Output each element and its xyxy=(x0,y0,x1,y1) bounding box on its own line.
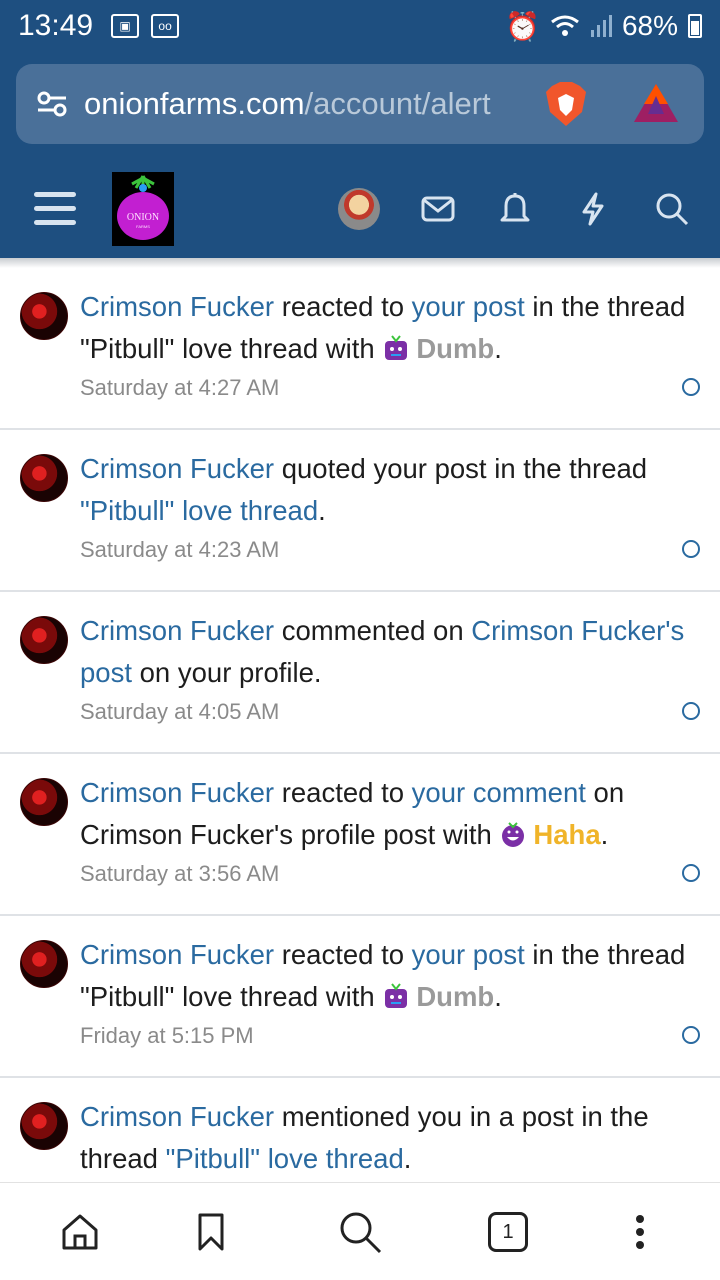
site-header: ONION FARMS xyxy=(0,158,720,258)
alert-item[interactable]: Crimson Fucker quoted your post in the t… xyxy=(0,430,720,592)
alert-time[interactable]: Saturday at 4:05 AM xyxy=(80,696,705,728)
post-link[interactable]: your post xyxy=(412,939,525,970)
reaction-label: Dumb xyxy=(416,981,495,1012)
mark-read-toggle[interactable] xyxy=(682,702,700,720)
url-path: /account/alert xyxy=(304,86,491,121)
browser-toolbar: onionfarms.com/account/alert xyxy=(0,52,720,158)
site-logo[interactable]: ONION FARMS xyxy=(112,172,174,246)
svg-text:FARMS: FARMS xyxy=(136,224,150,229)
alert-item[interactable]: Crimson Fucker commented on Crimson Fuck… xyxy=(0,592,720,754)
tab-count: 1 xyxy=(488,1212,528,1252)
alert-text: Crimson Fucker commented on Crimson Fuck… xyxy=(80,610,705,728)
username-link[interactable]: Crimson Fucker xyxy=(80,777,274,808)
dumb-reaction-icon xyxy=(385,983,408,1008)
alert-item[interactable]: Crimson Fucker reacted to your comment o… xyxy=(0,754,720,916)
alert-text: Crimson Fucker reacted to your post in t… xyxy=(80,286,705,404)
signal-icon xyxy=(590,15,612,37)
mark-read-toggle[interactable] xyxy=(682,1026,700,1044)
url-text[interactable]: onionfarms.com/account/alert xyxy=(84,86,524,122)
alert-time[interactable]: Saturday at 4:23 AM xyxy=(80,534,705,566)
username-link[interactable]: Crimson Fucker xyxy=(80,291,274,322)
url-host: onionfarms.com xyxy=(84,86,305,121)
avatar[interactable] xyxy=(20,1102,68,1150)
browser-bottom-bar: 1 xyxy=(0,1182,720,1280)
bell-icon[interactable] xyxy=(492,186,538,232)
more-icon[interactable] xyxy=(617,1209,663,1255)
thread-link[interactable]: "Pitbull" love thread xyxy=(80,495,318,526)
menu-icon[interactable] xyxy=(34,192,76,226)
alerts-list: Crimson Fucker reacted to your post in t… xyxy=(0,268,720,1240)
bookmark-icon[interactable] xyxy=(188,1209,234,1255)
username-link[interactable]: Crimson Fucker xyxy=(80,615,274,646)
bolt-icon[interactable] xyxy=(570,186,616,232)
thread-link[interactable]: "Pitbull" love thread xyxy=(166,1143,404,1174)
mark-read-toggle[interactable] xyxy=(682,540,700,558)
alert-text: Crimson Fucker reacted to your comment o… xyxy=(80,772,705,890)
alarm-icon: ⏰ xyxy=(505,10,540,42)
battery-percent: 68% xyxy=(621,10,678,41)
home-icon[interactable] xyxy=(57,1209,103,1255)
avatar[interactable] xyxy=(20,940,68,988)
wifi-icon xyxy=(551,15,579,36)
status-time: 13:49 xyxy=(18,9,94,42)
avatar[interactable] xyxy=(20,454,68,502)
svg-text:ONION: ONION xyxy=(127,212,159,223)
alert-time[interactable]: Saturday at 4:27 AM xyxy=(80,372,705,404)
search-icon[interactable] xyxy=(337,1209,383,1255)
username-link[interactable]: Crimson Fucker xyxy=(80,939,274,970)
comment-link[interactable]: your comment xyxy=(412,777,586,808)
haha-reaction-icon xyxy=(502,822,525,847)
reaction-label: Haha xyxy=(533,819,601,850)
avatar[interactable] xyxy=(20,292,68,340)
brave-rewards-icon[interactable] xyxy=(632,82,680,126)
alert-text: Crimson Fucker reacted to your post in t… xyxy=(80,934,705,1052)
brave-shields-icon[interactable] xyxy=(544,80,588,128)
address-bar[interactable]: onionfarms.com/account/alert xyxy=(16,64,704,144)
username-link[interactable]: Crimson Fucker xyxy=(80,1101,274,1132)
status-bar: 13:49 ▣ oo ⏰ 68% xyxy=(0,0,720,52)
dumb-reaction-icon xyxy=(385,335,408,360)
mark-read-toggle[interactable] xyxy=(682,864,700,882)
gallery-icon: ▣ xyxy=(111,14,140,38)
reaction-label: Dumb xyxy=(416,333,495,364)
site-settings-icon[interactable] xyxy=(36,90,68,118)
alert-text: Crimson Fucker mentioned you in a post i… xyxy=(80,1101,649,1174)
mark-read-toggle[interactable] xyxy=(682,378,700,396)
avatar[interactable] xyxy=(20,778,68,826)
onion-logo-graphic: ONION FARMS xyxy=(117,175,169,240)
header-shadow xyxy=(0,258,720,268)
battery-icon xyxy=(688,14,702,38)
search-icon[interactable] xyxy=(649,186,695,232)
alert-item[interactable]: Crimson Fucker reacted to your post in t… xyxy=(0,268,720,430)
mail-icon[interactable] xyxy=(415,186,461,232)
username-link[interactable]: Crimson Fucker xyxy=(80,453,274,484)
tabs-button[interactable]: 1 xyxy=(485,1209,531,1255)
user-avatar[interactable] xyxy=(338,188,380,230)
alert-item[interactable]: Crimson Fucker reacted to your post in t… xyxy=(0,916,720,1078)
voicemail-icon: oo xyxy=(151,14,180,38)
alert-time[interactable]: Saturday at 3:56 AM xyxy=(80,858,705,890)
post-link[interactable]: your post xyxy=(412,291,525,322)
avatar[interactable] xyxy=(20,616,68,664)
alert-time[interactable]: Friday at 5:15 PM xyxy=(80,1020,705,1052)
alert-text: Crimson Fucker quoted your post in the t… xyxy=(80,448,705,566)
